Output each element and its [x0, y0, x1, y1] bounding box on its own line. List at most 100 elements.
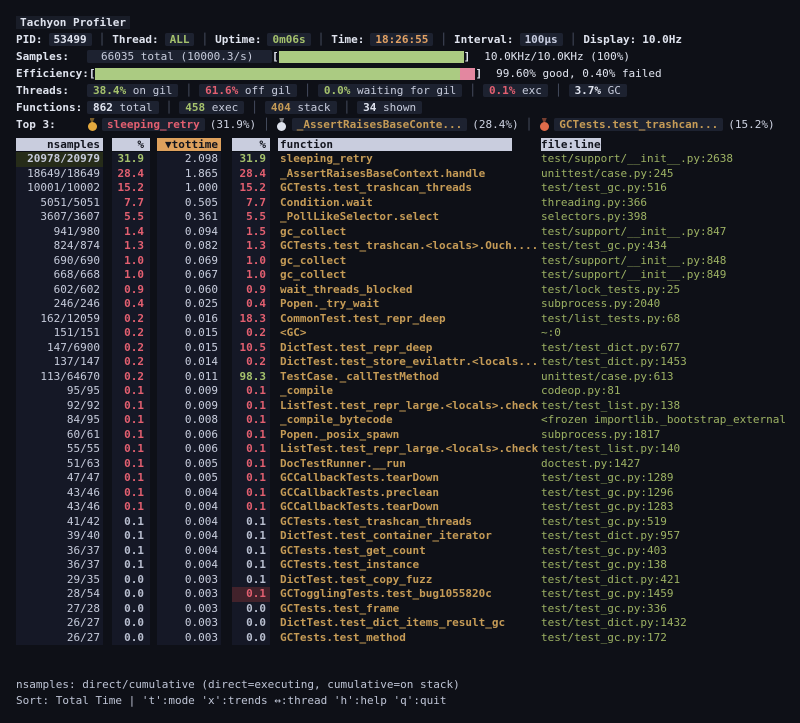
- file-line-cell: test/test_gc.py:1283: [541, 500, 800, 515]
- pct-cumulative-cell: 0.1: [232, 544, 270, 559]
- table-row[interactable]: 147/69000.20.01510.5DictTest.test_repr_d…: [16, 341, 800, 356]
- table-row[interactable]: 26/270.00.0030.0DictTest.test_dict_items…: [16, 616, 800, 631]
- divider: │: [570, 33, 577, 46]
- pct-direct-cell: 0.1: [112, 384, 150, 399]
- table-row[interactable]: 10001/1000215.21.00015.2GCTests.test_tra…: [16, 181, 800, 196]
- function-cell: DictTest.test_dict_items_result_gc: [278, 616, 512, 631]
- table-row[interactable]: 824/8741.30.0821.3GCTests.test_trashcan.…: [16, 239, 800, 254]
- pct-direct-cell: 0.1: [112, 558, 150, 573]
- table-row[interactable]: 36/370.10.0040.1GCTests.test_instancetes…: [16, 558, 800, 573]
- table-row[interactable]: 668/6681.00.0671.0gc_collecttest/support…: [16, 268, 800, 283]
- table-row[interactable]: 92/920.10.0090.1ListTest.test_repr_large…: [16, 399, 800, 414]
- pct-cumulative-cell: 5.5: [232, 210, 270, 225]
- table-row[interactable]: 95/950.10.0090.1_compilecodeop.py:81: [16, 384, 800, 399]
- table-row[interactable]: 162/120590.20.01618.3CommonTest.test_rep…: [16, 312, 800, 327]
- bar-open-bracket: [: [272, 50, 279, 63]
- table-row[interactable]: 47/470.10.0050.1GCCallbackTests.tearDown…: [16, 471, 800, 486]
- pct-direct-cell: 0.1: [112, 471, 150, 486]
- table-row[interactable]: 43/460.10.0040.1GCCallbackTests.tearDown…: [16, 500, 800, 515]
- efficiency-bar: [95, 68, 475, 80]
- nsamples-cell: 18649/18649: [16, 167, 103, 182]
- table-row[interactable]: 36/370.10.0040.1GCTests.test_get_countte…: [16, 544, 800, 559]
- nsamples-cell: 162/12059: [16, 312, 103, 327]
- table-row[interactable]: 3607/36075.50.3615.5_PollLikeSelector.se…: [16, 210, 800, 225]
- nsamples-cell: 26/27: [16, 616, 103, 631]
- pct-direct-cell: 0.0: [112, 631, 150, 646]
- gold-medal-icon: [87, 118, 97, 131]
- file-line-cell: test/test_gc.py:138: [541, 558, 800, 573]
- tottime-cell: 0.003: [157, 602, 221, 617]
- table-row[interactable]: 18649/1864928.41.86528.4_AssertRaisesBas…: [16, 167, 800, 182]
- table-row[interactable]: 84/950.10.0080.1_compile_bytecode<frozen…: [16, 413, 800, 428]
- function-cell: GCTests.test_instance: [278, 558, 512, 573]
- table-row[interactable]: 20978/2097931.92.09831.9sleeping_retryte…: [16, 152, 800, 167]
- table-row[interactable]: 5051/50517.70.5057.7Condition.waitthread…: [16, 196, 800, 211]
- column-header-function[interactable]: function: [278, 138, 512, 151]
- column-header-pct-direct[interactable]: %: [112, 138, 150, 151]
- nsamples-cell: 3607/3607: [16, 210, 103, 225]
- pct-direct-cell: 0.0: [112, 616, 150, 631]
- functions-total: 862 total: [87, 101, 159, 114]
- table-row[interactable]: 602/6020.90.0600.9wait_threads_blockedte…: [16, 283, 800, 298]
- tottime-cell: 2.098: [157, 152, 221, 167]
- tottime-cell: 0.094: [157, 225, 221, 240]
- table-row[interactable]: 27/280.00.0030.0GCTests.test_frametest/t…: [16, 602, 800, 617]
- thread-label: Thread:: [112, 33, 158, 46]
- nsamples-cell: 43/46: [16, 486, 103, 501]
- tottime-cell: 0.008: [157, 413, 221, 428]
- pct-cumulative-cell: 1.0: [232, 254, 270, 269]
- pct-cumulative-cell: 0.1: [232, 442, 270, 457]
- divider: │: [263, 118, 270, 131]
- column-header-nsamples[interactable]: nsamples: [16, 138, 103, 151]
- table-row[interactable]: 51/630.10.0050.1DocTestRunner.__rundocte…: [16, 457, 800, 472]
- tottime-cell: 0.361: [157, 210, 221, 225]
- function-cell: CommonTest.test_repr_deep: [278, 312, 512, 327]
- pct-cumulative-cell: 10.5: [232, 341, 270, 356]
- interval-value: 100µs: [520, 33, 563, 46]
- file-line-cell: <frozen importlib._bootstrap_external: [541, 413, 800, 428]
- function-cell: GCTests.test_get_count: [278, 544, 512, 559]
- function-cell: gc_collect: [278, 254, 512, 269]
- column-header-file-line[interactable]: file:line: [541, 138, 601, 151]
- function-cell: Popen._posix_spawn: [278, 428, 512, 443]
- page-title: Tachyon Profiler: [16, 16, 130, 29]
- footer-keybindings: Sort: Total Time | 't':mode 'x':trends ↔…: [16, 693, 800, 709]
- function-cell: DictTest.test_copy_fuzz: [278, 573, 512, 588]
- pct-cumulative-cell: 0.0: [232, 602, 270, 617]
- column-header-tottime-sorted[interactable]: ▼tottime: [157, 138, 221, 151]
- table-row[interactable]: 43/460.10.0040.1GCCallbackTests.preclean…: [16, 486, 800, 501]
- table-row[interactable]: 151/1510.20.0150.2<GC>~:0: [16, 326, 800, 341]
- file-line-cell: test/lock_tests.py:25: [541, 283, 800, 298]
- table-row[interactable]: 246/2460.40.0250.4Popen._try_waitsubproc…: [16, 297, 800, 312]
- column-header-pct-cumulative[interactable]: %: [232, 138, 270, 151]
- table-row[interactable]: 113/646700.20.01198.3TestCase._callTestM…: [16, 370, 800, 385]
- function-cell: Popen._try_wait: [278, 297, 512, 312]
- thread-value[interactable]: ALL: [165, 33, 195, 46]
- tottime-cell: 0.069: [157, 254, 221, 269]
- nsamples-cell: 20978/20979: [16, 152, 103, 167]
- divider: │: [469, 84, 476, 97]
- table-row[interactable]: 137/1470.20.0140.2DictTest.test_store_ev…: [16, 355, 800, 370]
- table-row[interactable]: 60/610.10.0060.1Popen._posix_spawnsubpro…: [16, 428, 800, 443]
- table-row[interactable]: 28/540.00.0030.1GCTogglingTests.test_bug…: [16, 587, 800, 602]
- table-row[interactable]: 941/9801.40.0941.5gc_collecttest/support…: [16, 225, 800, 240]
- table-row[interactable]: 26/270.00.0030.0GCTests.test_methodtest/…: [16, 631, 800, 646]
- table-row[interactable]: 39/400.10.0040.1DictTest.test_container_…: [16, 529, 800, 544]
- pct-direct-cell: 0.0: [112, 602, 150, 617]
- function-cell: _compile_bytecode: [278, 413, 512, 428]
- table-row[interactable]: 29/350.00.0030.1DictTest.test_copy_fuzzt…: [16, 573, 800, 588]
- nsamples-cell: 602/602: [16, 283, 103, 298]
- table-row[interactable]: 55/550.10.0060.1ListTest.test_repr_large…: [16, 442, 800, 457]
- pct-direct-cell: 1.0: [112, 254, 150, 269]
- pct-cumulative-cell: 28.4: [232, 167, 270, 182]
- function-cell: sleeping_retry: [278, 152, 512, 167]
- table-row[interactable]: 41/420.10.0040.1GCTests.test_trashcan_th…: [16, 515, 800, 530]
- interval-label: Interval:: [454, 33, 514, 46]
- threads-waiting-text: waiting for gil: [350, 84, 456, 97]
- file-line-cell: test/test_gc.py:1296: [541, 486, 800, 501]
- time-label: Time:: [331, 33, 364, 46]
- file-line-cell: test/test_dict.py:1432: [541, 616, 800, 631]
- file-line-cell: test/test_gc.py:1289: [541, 471, 800, 486]
- function-cell: GCCallbackTests.tearDown: [278, 500, 512, 515]
- table-row[interactable]: 690/6901.00.0691.0gc_collecttest/support…: [16, 254, 800, 269]
